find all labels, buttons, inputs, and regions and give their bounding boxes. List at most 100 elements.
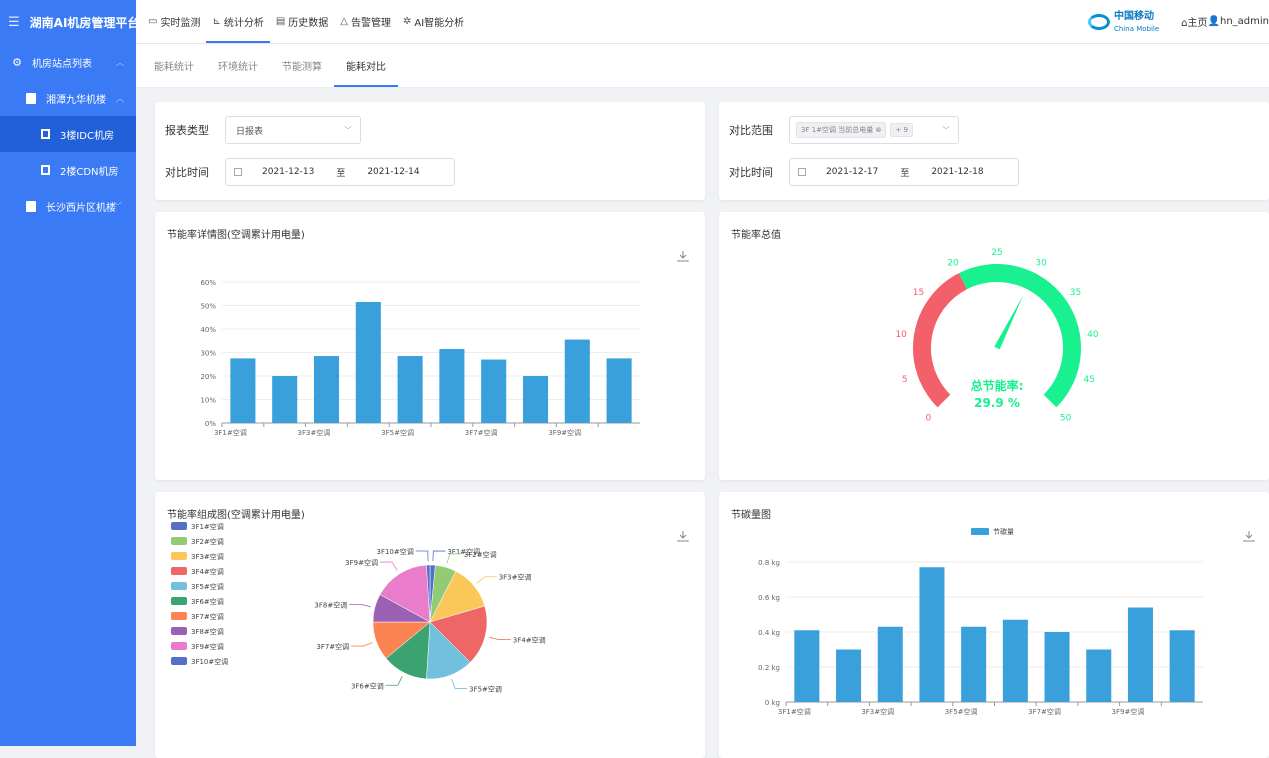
chevron-up-icon: ︿ [116,57,124,67]
pie-label-line [415,550,429,562]
legend-swatch [171,657,187,665]
gauge-tick-label: 20 [947,259,959,269]
x-tick-label: 3F1#空调 [214,428,247,437]
end-date[interactable]: 2021-12-14 [367,167,419,177]
menu-toggle-icon[interactable]: ☰ [8,15,20,30]
y-tick-label: 40% [200,326,216,334]
report-type-select[interactable]: 日报表 ﹀ [225,116,361,144]
date-range-right[interactable]: 2021-12-17 至 2021-12-18 [789,158,1019,186]
pie-label: 3F3#空调 [499,573,532,582]
gear-icon: ✲ [403,16,412,27]
pie-label-line [451,678,468,689]
bar [919,567,945,702]
bar [230,358,256,423]
warning-icon: △ [340,16,348,27]
range-tag-text: 3F 1#空调 当前总电量 [801,126,874,134]
close-icon[interactable]: ⊗ [875,126,881,134]
gauge-tick-label: 0 [926,414,932,424]
sidebar-item-label: 长沙西片区机楼 [46,202,116,214]
y-tick-label: 0.4 kg [758,629,780,637]
x-tick-label: 3F5#空调 [945,707,978,716]
x-tick-label: 3F1#空调 [778,707,811,716]
bar [1002,619,1028,702]
y-tick-label: 60% [200,279,216,287]
date-range-left[interactable]: 2021-12-13 至 2021-12-14 [225,158,455,186]
bar [836,649,862,702]
x-tick-label: 3F7#空调 [1028,707,1061,716]
bar [961,626,987,702]
x-tick-label: 3F9#空调 [548,428,581,437]
topmenu-alarm[interactable]: △ 告警管理 [334,0,397,43]
gauge-tick [949,389,956,396]
topmenu-statistics[interactable]: ⊾ 统计分析 [206,0,271,43]
gauge-tick [966,288,971,295]
legend-label: 3F3#空调 [191,552,224,561]
legend-swatch [171,582,187,590]
home-link[interactable]: ⌂主页 [1181,14,1207,29]
user-menu[interactable]: 👤hn_admin [1208,16,1269,27]
pie-label: 3F7#空调 [316,642,349,651]
tab-energy-compare[interactable]: 能耗对比 [334,44,398,87]
pie-label-line [385,676,403,686]
user-icon: 👤 [1207,16,1220,27]
y-tick-label: 0 kg [765,699,780,707]
pie-label: 3F5#空调 [469,684,502,693]
sidebar-item-3f-idc[interactable]: 3楼IDC机房 [0,116,136,152]
sidebar-item-label: 机房站点列表 [32,58,92,70]
legend-swatch [171,612,187,620]
sidebar-item-2f-cdn[interactable]: 2楼CDN机房 [0,152,136,188]
topmenu-history[interactable]: ▤ 历史数据 [270,0,334,43]
report-type-label: 报表类型 [165,124,209,137]
legend-label: 3F1#空调 [191,522,224,531]
start-date[interactable]: 2021-12-17 [826,167,878,177]
pie-label: 3F10#空调 [377,547,414,556]
bar [481,359,507,423]
topmenu-label: 告警管理 [351,18,391,29]
legend-swatch [171,597,187,605]
start-date[interactable]: 2021-12-13 [262,167,314,177]
legend-label: 3F5#空调 [191,582,224,591]
x-tick-label: 3F9#空调 [1112,707,1145,716]
pie-label-line [349,603,372,608]
compare-time-label: 对比时间 [729,166,773,179]
pie-label-line [432,550,446,562]
saving-rate-gauge: 0 5 10 15 20 25 30 35 40 45 50 总节能率: 29.9 % [895,248,1099,424]
building-icon [24,200,38,213]
gauge-tick [931,336,938,340]
home-label: 主页 [1187,18,1208,29]
pie-label-line [351,642,373,647]
topmenu-ai[interactable]: ✲ AI智能分析 [397,0,470,43]
legend-label: 3F8#空调 [191,627,224,636]
document-icon: ▤ [275,16,286,27]
topmenu-realtime[interactable]: ▭ 实时监测 [142,0,206,43]
bar [522,376,549,423]
tab-env-stats[interactable]: 环境统计 [206,44,270,87]
calendar-icon [798,168,806,176]
gauge-tick-label: 50 [1060,414,1072,424]
y-tick-label: 0.8 kg [758,559,780,567]
gauge-tick [1056,336,1063,340]
end-date[interactable]: 2021-12-18 [931,167,983,177]
building-icon [24,92,38,105]
tab-energy-stats[interactable]: 能耗统计 [142,44,206,87]
room-icon [38,164,52,177]
x-tick-label: 3F3#空调 [861,707,894,716]
chevron-down-icon: ﹀ [344,125,352,135]
gauge-tick [1045,308,1051,314]
tab-saving-calc[interactable]: 节能测算 [270,44,334,87]
sidebar-item-changsha[interactable]: 长沙西片区机楼 ﹀ [0,188,136,224]
gauge-tick-label: 35 [1070,288,1081,298]
sub-tabs: 能耗统计 环境统计 节能测算 能耗对比 [136,44,1269,88]
range-tag[interactable]: 3F 1#空调 当前总电量 ⊗ [796,122,887,138]
gauge-tick-label: 40 [1087,330,1099,340]
chevron-down-icon: ﹀ [114,201,122,211]
compare-range-label: 对比范围 [729,124,773,137]
gauge-tick [933,365,941,370]
compare-range-select[interactable]: 3F 1#空调 当前总电量 ⊗ + 9 ﹀ [789,116,959,144]
logo-zh: 中国移动 [1113,11,1154,22]
bar [606,358,632,423]
topmenu-label: 统计分析 [223,18,264,29]
sidebar-item-xiangtan[interactable]: 湘潭九华机楼 ︿ [0,80,136,116]
sidebar-item-site-list[interactable]: ⚙ 机房站点列表 ︿ [0,44,136,80]
gauge-value: 29.9 % [974,396,1020,410]
